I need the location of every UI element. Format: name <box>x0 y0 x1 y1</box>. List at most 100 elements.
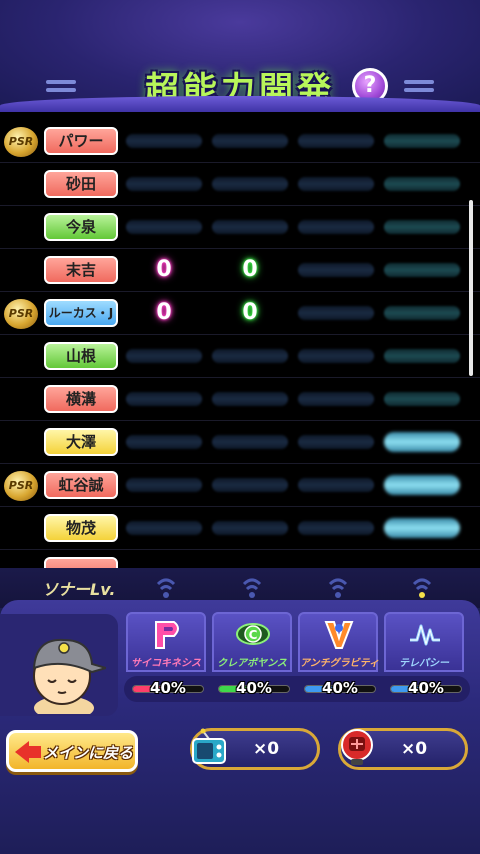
ability-slot-empty <box>384 349 460 363</box>
ability-slot-empty <box>298 177 374 191</box>
skill-percent: 40% <box>300 679 380 698</box>
ability-slot-empty <box>298 134 374 148</box>
ability-slot-empty <box>384 306 460 320</box>
player-name-tag[interactable]: 物茂 <box>44 514 118 542</box>
ability-slot-empty <box>212 220 288 234</box>
ability-slot-empty <box>384 177 460 191</box>
ability-value: 0 <box>242 257 258 282</box>
player-row[interactable]: 横溝 <box>0 378 480 421</box>
player-name-tag[interactable]: 虹谷誠 <box>44 471 118 499</box>
psr-badge-icon: PSR <box>4 471 38 501</box>
antigravity-icon <box>324 621 354 649</box>
player-row[interactable]: 大澤 <box>0 421 480 464</box>
ability-slot-empty <box>384 263 460 277</box>
ability-slot-empty <box>212 478 288 492</box>
player-name-tag[interactable] <box>44 557 118 568</box>
ability-slot-empty <box>126 392 202 406</box>
ability-slot-empty <box>126 478 202 492</box>
left-arrow-tail <box>27 746 41 758</box>
header-wave <box>0 96 480 112</box>
header-panel: 超能力開発 ? <box>0 0 480 112</box>
item-button-radio[interactable]: ×0 <box>190 728 320 770</box>
list-scrollbar[interactable] <box>469 200 473 376</box>
psychokinesis-icon <box>155 621 179 649</box>
ability-slot-empty <box>212 349 288 363</box>
ability-slot-empty <box>298 521 374 535</box>
player-name-tag[interactable]: 山根 <box>44 342 118 370</box>
svg-text:C: C <box>249 628 258 642</box>
player-avatar <box>32 638 106 714</box>
skill-percent: 40% <box>214 679 294 698</box>
sonar-level-label: ソナーLv. <box>42 580 116 599</box>
player-name-tag[interactable]: 今泉 <box>44 213 118 241</box>
skill-name: サイコキネシス <box>131 658 201 669</box>
red-gadget-icon <box>341 729 373 765</box>
skill-percent-label: 40% <box>150 679 186 697</box>
ability-slot-empty <box>212 134 288 148</box>
ability-slot-empty <box>126 134 202 148</box>
clairvoyance-eye-icon: C <box>236 623 270 645</box>
skill-tab-clairvoyance[interactable]: C クレアボヤンス <box>212 612 292 672</box>
ability-slot-empty <box>212 521 288 535</box>
player-name-tag[interactable]: 大澤 <box>44 428 118 456</box>
player-name-tag[interactable]: 砂田 <box>44 170 118 198</box>
player-row-partial[interactable] <box>0 550 480 568</box>
telepathy-wave-icon <box>410 624 440 646</box>
ability-slot-empty <box>298 220 374 234</box>
ability-slot-empty <box>298 478 374 492</box>
player-row[interactable]: PSR パワー <box>0 120 480 163</box>
ability-slot-empty <box>298 392 374 406</box>
player-name-tag[interactable]: ルーカス・J <box>44 299 118 327</box>
ability-slot-empty <box>384 134 460 148</box>
sonar-wave-icon <box>328 578 348 598</box>
sonar-wave-icon <box>156 578 176 598</box>
player-list[interactable]: PSR パワー 砂田 今泉 末吉 0 0 PSR ルーカス・J 0 0 山根 横溝 大澤 PSR 虹谷誠 物茂 <box>0 112 480 568</box>
skill-percent: 40% <box>386 679 466 698</box>
ability-slot-active <box>384 475 460 495</box>
skill-percent-label: 40% <box>408 679 444 697</box>
player-name-tag[interactable]: 末吉 <box>44 256 118 284</box>
item-button-gadget[interactable]: ×0 <box>338 728 468 770</box>
ability-slot-active <box>384 518 460 538</box>
skill-percent-label: 40% <box>236 679 272 697</box>
skill-tab-psychokinesis[interactable]: サイコキネシス <box>126 612 206 672</box>
ability-value: 0 <box>156 300 172 325</box>
skill-name: クレアボヤンス <box>217 658 287 669</box>
skill-percent-label: 40% <box>322 679 358 697</box>
ability-slot-active <box>384 432 460 452</box>
ability-slot-empty <box>126 177 202 191</box>
ability-slot-empty <box>298 349 374 363</box>
psr-badge-icon: PSR <box>4 299 38 329</box>
radio-tv-icon <box>192 728 226 764</box>
ability-value: 0 <box>156 257 172 282</box>
ability-slot-empty <box>126 521 202 535</box>
player-row[interactable]: PSR ルーカス・J 0 0 <box>0 292 480 335</box>
ability-slot-empty <box>126 349 202 363</box>
skill-name: テレパシー <box>399 658 449 669</box>
sonar-wave-icon-active <box>412 578 432 598</box>
ability-value: 0 <box>242 300 258 325</box>
ability-slot-empty <box>384 220 460 234</box>
ability-slot-empty <box>126 220 202 234</box>
player-name-tag[interactable]: パワー <box>44 127 118 155</box>
ability-slot-empty <box>126 435 202 449</box>
player-row[interactable]: 末吉 0 0 <box>0 249 480 292</box>
player-row[interactable]: 砂田 <box>0 163 480 206</box>
ability-slot-empty <box>298 306 374 320</box>
skill-tab-telepathy[interactable]: テレパシー <box>384 612 464 672</box>
player-row[interactable]: 今泉 <box>0 206 480 249</box>
sonar-wave-icon <box>242 578 262 598</box>
player-row[interactable]: PSR 虹谷誠 <box>0 464 480 507</box>
skill-name: アンチグラビティ <box>300 658 379 669</box>
player-row[interactable]: 物茂 <box>0 507 480 550</box>
skill-tab-antigravity[interactable]: アンチグラビティ <box>298 612 379 672</box>
ability-slot-empty <box>384 392 460 406</box>
ability-slot-empty <box>298 263 374 277</box>
player-name-tag[interactable]: 横溝 <box>44 385 118 413</box>
back-to-main-button[interactable]: メインに戻る <box>6 730 138 772</box>
back-button-label: メインに戻る <box>43 744 134 762</box>
skill-percent: 40% <box>128 679 208 698</box>
ability-slot-empty <box>212 392 288 406</box>
player-row[interactable]: 山根 <box>0 335 480 378</box>
ability-slot-empty <box>298 435 374 449</box>
